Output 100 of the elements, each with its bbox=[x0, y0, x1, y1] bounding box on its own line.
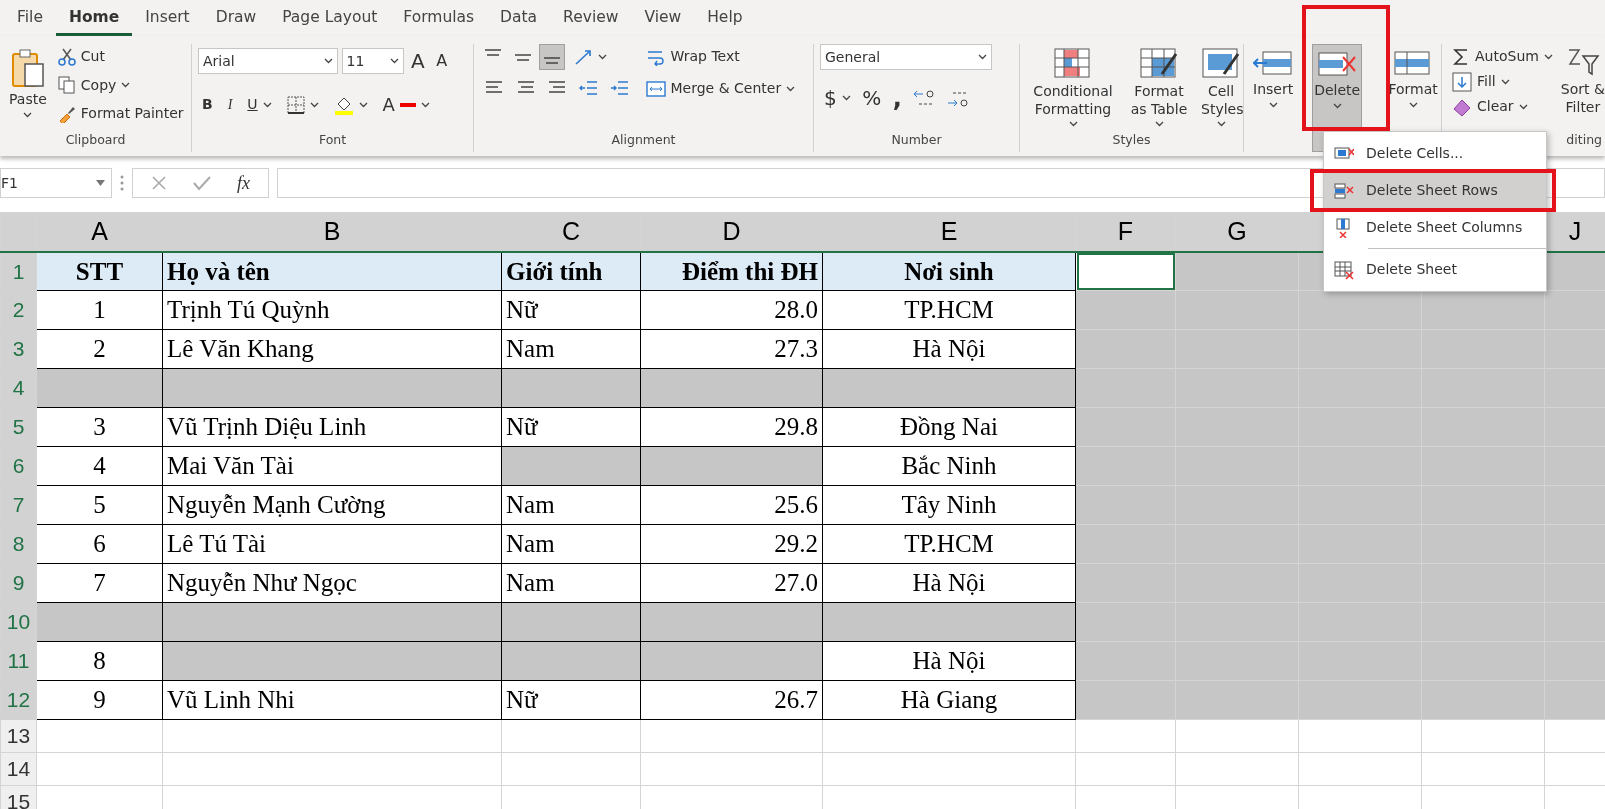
field-value: F1 bbox=[1, 173, 18, 193]
row-header[interactable]: 11 bbox=[0, 641, 37, 681]
table-cell: Nguyễn Như Ngọc bbox=[162, 563, 502, 603]
outdent-icon bbox=[578, 79, 599, 97]
ribbon-tab[interactable]: Help bbox=[694, 0, 756, 37]
column-header[interactable]: C bbox=[501, 212, 641, 252]
caret-icon bbox=[121, 82, 131, 88]
decimal-arrow-icon bbox=[913, 88, 936, 108]
cut-button[interactable]: Cut bbox=[53, 44, 188, 69]
table-cell: 5 bbox=[36, 485, 163, 525]
insert-function-button[interactable]: fx bbox=[233, 167, 254, 199]
table-cell: 8 bbox=[36, 641, 163, 681]
font-size-field[interactable]: 11 bbox=[341, 48, 404, 74]
grid-icon bbox=[1202, 48, 1240, 80]
row-header[interactable]: 1 bbox=[0, 251, 37, 291]
column-header[interactable]: E bbox=[822, 212, 1076, 252]
fill-button[interactable]: Fill bbox=[1448, 69, 1557, 94]
row-header[interactable]: 8 bbox=[0, 524, 37, 564]
grid-icon bbox=[1054, 48, 1092, 80]
caret-icon bbox=[786, 85, 796, 92]
column-header[interactable]: D bbox=[640, 212, 823, 252]
copy-button[interactable]: Copy bbox=[53, 72, 188, 98]
table-cell: 27.0 bbox=[640, 563, 823, 603]
italic-button[interactable]: I bbox=[223, 92, 237, 117]
menu-item[interactable]: Delete Sheet bbox=[1324, 251, 1546, 288]
paintbrush-icon bbox=[57, 104, 76, 123]
grow-font-button[interactable]: A bbox=[407, 44, 429, 78]
table-cell: 28.0 bbox=[640, 290, 823, 330]
caret-icon bbox=[1543, 53, 1553, 60]
row-header[interactable]: 3 bbox=[0, 329, 37, 369]
row-header[interactable]: 7 bbox=[0, 485, 37, 525]
cell-styles-button[interactable]: Cell Styles bbox=[1198, 44, 1244, 132]
ribbon-tab[interactable]: Formulas bbox=[390, 0, 488, 37]
caret-icon bbox=[96, 180, 105, 186]
merge-center-button[interactable]: Merge & Center bbox=[641, 76, 800, 101]
underline-button[interactable]: U bbox=[243, 92, 276, 117]
insert-button[interactable]: Insert bbox=[1250, 44, 1297, 152]
ribbon-tab[interactable]: Page Layout bbox=[269, 0, 391, 37]
currency-button[interactable]: $ bbox=[820, 81, 855, 115]
row-header[interactable]: 4 bbox=[0, 368, 37, 408]
ribbon-tab[interactable]: Data bbox=[487, 0, 551, 37]
select-all-corner[interactable] bbox=[0, 212, 37, 252]
comma-style-button[interactable]: , bbox=[888, 84, 906, 112]
ribbon-tab[interactable]: View bbox=[631, 0, 695, 37]
table-cell: 4 bbox=[36, 446, 163, 486]
table-cell: Hà Nội bbox=[822, 329, 1076, 369]
ribbon-tab[interactable]: Draw bbox=[202, 0, 270, 37]
font-name-field[interactable]: Arial bbox=[198, 48, 338, 74]
column-header[interactable]: G bbox=[1175, 212, 1299, 252]
paste-button[interactable]: Paste bbox=[6, 44, 50, 132]
bold-button[interactable]: B bbox=[198, 92, 217, 117]
row-header[interactable]: 12 bbox=[0, 680, 37, 720]
ribbon-tab[interactable]: File bbox=[4, 0, 56, 37]
shrink-font-button[interactable]: A bbox=[432, 47, 452, 75]
row-header[interactable]: 14 bbox=[0, 752, 37, 786]
check-icon bbox=[193, 175, 211, 191]
ribbon-tab[interactable]: Insert bbox=[132, 0, 203, 37]
ribbon-tab[interactable]: Review bbox=[550, 0, 632, 37]
table-cell: Điểm thi ĐH bbox=[640, 251, 823, 291]
row-header[interactable]: 6 bbox=[0, 446, 37, 486]
group-label: Font bbox=[317, 131, 348, 150]
row-header[interactable]: 5 bbox=[0, 407, 37, 447]
table-cell: Nguyễn Mạnh Cường bbox=[162, 485, 502, 525]
delete-cells-icon bbox=[1334, 180, 1354, 201]
menu-item[interactable]: Delete Sheet Columns bbox=[1324, 209, 1546, 246]
font-color-button[interactable]: A bbox=[378, 89, 434, 120]
autosum-button[interactable]: AutoSum bbox=[1448, 44, 1557, 69]
row-header[interactable]: 13 bbox=[0, 719, 37, 753]
table-cell: Giới tính bbox=[501, 251, 641, 291]
table-cell: 29.8 bbox=[640, 407, 823, 447]
row-header[interactable]: 2 bbox=[0, 290, 37, 330]
row-header[interactable]: 9 bbox=[0, 563, 37, 603]
percent-button[interactable]: % bbox=[858, 81, 886, 115]
column-header[interactable]: F bbox=[1075, 212, 1176, 252]
name-box[interactable]: F1 bbox=[0, 168, 112, 198]
table-cell: Đồng Nai bbox=[822, 407, 1076, 447]
column-header[interactable]: B bbox=[162, 212, 502, 252]
vertical-align-button[interactable] bbox=[539, 44, 565, 70]
table-cell: Hà Giang bbox=[822, 680, 1076, 720]
conditional-formatting-button[interactable]: Conditional Formatting bbox=[1026, 44, 1120, 132]
align-icon bbox=[485, 49, 501, 56]
number-format-field[interactable]: General bbox=[820, 44, 992, 70]
group-label: Styles bbox=[1111, 131, 1152, 150]
format-painter-button[interactable]: Format Painter bbox=[53, 101, 188, 126]
group-label: diting bbox=[1565, 131, 1602, 150]
table-cell: Nữ bbox=[501, 407, 641, 447]
wrap-text-button[interactable]: Wrap Text bbox=[641, 44, 800, 69]
column-header[interactable]: J bbox=[1544, 212, 1605, 252]
table-cell: 27.3 bbox=[640, 329, 823, 369]
table-cell: TP.HCM bbox=[822, 290, 1076, 330]
clear-button[interactable]: Clear bbox=[1448, 94, 1557, 119]
row-header[interactable]: 10 bbox=[0, 602, 37, 642]
column-header[interactable]: A bbox=[36, 212, 163, 252]
format-as-table-button[interactable]: Format as Table bbox=[1124, 44, 1194, 132]
caret-icon bbox=[841, 95, 851, 101]
cells-icon bbox=[1317, 49, 1358, 79]
sort-filter-button[interactable]: Sort & Filter bbox=[1556, 44, 1605, 132]
table-cell: 26.7 bbox=[640, 680, 823, 720]
table-cell: STT bbox=[36, 251, 163, 291]
row-header[interactable]: 15 bbox=[0, 785, 37, 809]
